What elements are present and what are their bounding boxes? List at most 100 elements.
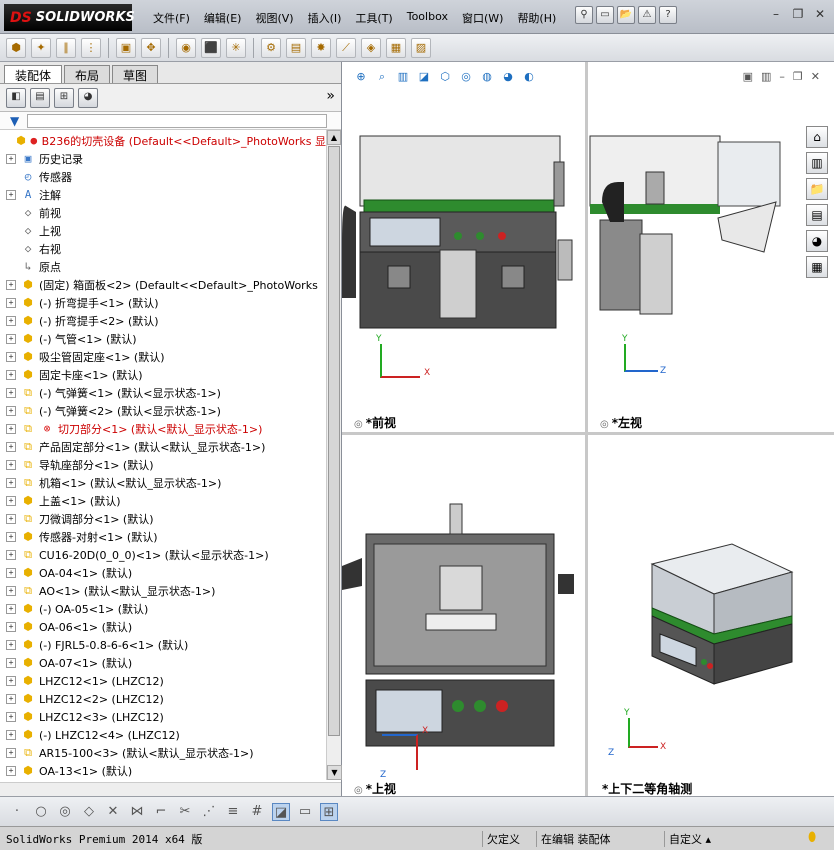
- pin-icon[interactable]: ⚲: [575, 6, 593, 24]
- filter-icon[interactable]: ▼: [10, 114, 19, 128]
- intersection-icon[interactable]: ✕: [104, 803, 122, 821]
- menu-item-0[interactable]: 文件(F): [146, 8, 197, 28]
- tree-item[interactable]: + ⬢ (-) FJRL5-0.8-6-6<1> (默认): [0, 636, 326, 654]
- scroll-down-icon[interactable]: ▼: [327, 765, 342, 780]
- tree-vertical-scrollbar[interactable]: ▲ ▼: [326, 130, 342, 780]
- expand-icon[interactable]: +: [6, 496, 16, 506]
- tree-item[interactable]: + ⧉ (-) 气弹簧<1> (默认<显示状态-1>): [0, 384, 326, 402]
- tree-item[interactable]: + ⧉ ⊗ 切刀部分<1> (默认<默认_显示状态-1>): [0, 420, 326, 438]
- previous-view-icon[interactable]: ▥: [394, 68, 412, 86]
- edit-appearance-icon[interactable]: ◕: [499, 68, 517, 86]
- menu-item-3[interactable]: 插入(I): [301, 8, 349, 28]
- expand-icon[interactable]: +: [6, 334, 16, 344]
- offset-icon[interactable]: ≡: [224, 803, 242, 821]
- scene-icon[interactable]: ◐: [520, 68, 538, 86]
- hide-show-items-icon[interactable]: ◍: [478, 68, 496, 86]
- center-circle-icon[interactable]: ◎: [56, 803, 74, 821]
- restore-icon[interactable]: ❐: [790, 8, 806, 22]
- viewport-minimize-icon[interactable]: –: [779, 70, 785, 83]
- move-component-icon[interactable]: ✥: [141, 37, 161, 58]
- expand-icon[interactable]: +: [6, 370, 16, 380]
- extend-icon[interactable]: ⋰: [200, 803, 218, 821]
- expand-icon[interactable]: +: [6, 676, 16, 686]
- expand-icon[interactable]: +: [6, 424, 16, 434]
- isometric-view-icon[interactable]: ◪: [272, 802, 290, 821]
- clearance-icon[interactable]: ▦: [386, 37, 406, 58]
- expand-icon[interactable]: +: [6, 658, 16, 668]
- exploded-view-icon[interactable]: ✸: [311, 37, 331, 58]
- property-manager-icon[interactable]: ▤: [30, 87, 50, 108]
- open-folder-icon[interactable]: 📂: [617, 6, 635, 24]
- tree-item[interactable]: + ⬢ (-) 气管<1> (默认): [0, 330, 326, 348]
- home-icon[interactable]: ⌂: [806, 126, 828, 148]
- menu-item-4[interactable]: 工具(T): [348, 8, 399, 28]
- expand-icon[interactable]: +: [6, 694, 16, 704]
- expand-icon[interactable]: +: [6, 460, 16, 470]
- tree-item[interactable]: + ⬢ 固定卡座<1> (默认): [0, 366, 326, 384]
- interference-icon[interactable]: ◈: [361, 37, 381, 58]
- expand-icon[interactable]: +: [6, 442, 16, 452]
- view-orientation-icon[interactable]: ⬡: [436, 68, 454, 86]
- expand-icon[interactable]: +: [6, 154, 16, 164]
- expand-icon[interactable]: +: [6, 514, 16, 524]
- menu-item-6[interactable]: 窗口(W): [455, 8, 510, 28]
- four-view-icon[interactable]: ⊞: [320, 802, 338, 821]
- tree-item[interactable]: ◇ 上视: [0, 222, 326, 240]
- tree-item[interactable]: + ⬢ (-) LHZC12<4> (LHZC12): [0, 726, 326, 744]
- tree-item[interactable]: + ⬢ (-) 折弯提手<2> (默认): [0, 312, 326, 330]
- tree-item[interactable]: ↳ 原点: [0, 258, 326, 276]
- tree-item[interactable]: + ⬢ LHZC12<1> (LHZC12): [0, 672, 326, 690]
- tab-0[interactable]: 装配体: [4, 65, 63, 83]
- measure-icon[interactable]: ▨: [411, 37, 431, 58]
- tile-icon[interactable]: ▣: [743, 70, 753, 83]
- tree-item[interactable]: + A 注解: [0, 186, 326, 204]
- expand-icon[interactable]: +: [6, 352, 16, 362]
- circle-icon[interactable]: ○: [32, 803, 50, 821]
- tree-item[interactable]: + ⧉ 导轨座部分<1> (默认): [0, 456, 326, 474]
- appearance-icon[interactable]: ◕: [78, 87, 98, 108]
- zoom-area-icon[interactable]: ⌕: [373, 68, 391, 86]
- component-pattern-icon[interactable]: ▣: [116, 37, 136, 58]
- tree-item[interactable]: + ⧉ 机箱<1> (默认<默认_显示状态-1>): [0, 474, 326, 492]
- expand-icon[interactable]: +: [6, 550, 16, 560]
- expand-icon[interactable]: +: [6, 406, 16, 416]
- insert-component-icon[interactable]: ⬢: [6, 37, 26, 58]
- bill-of-materials-icon[interactable]: ▤: [286, 37, 306, 58]
- expand-icon[interactable]: +: [6, 280, 16, 290]
- tree-item[interactable]: + ⬢ OA-07<1> (默认): [0, 654, 326, 672]
- expand-icon[interactable]: +: [6, 622, 16, 632]
- tree-item[interactable]: + ⬢ 上盖<1> (默认): [0, 492, 326, 510]
- tree-item[interactable]: + ⬢ 传感器-对射<1> (默认): [0, 528, 326, 546]
- paperclip-icon[interactable]: ∥: [56, 37, 76, 58]
- tree-item[interactable]: ◴ 传感器: [0, 168, 326, 186]
- section-view-icon[interactable]: ◪: [415, 68, 433, 86]
- display-style-icon[interactable]: ◎: [457, 68, 475, 86]
- grid-icon[interactable]: #: [248, 803, 266, 821]
- tree-item[interactable]: + ⧉ AR15-100<3> (默认<默认_显示状态-1>): [0, 744, 326, 762]
- units-status[interactable]: 自定义 ▴: [664, 831, 754, 847]
- expand-icon[interactable]: +: [6, 478, 16, 488]
- design-library-icon[interactable]: ▥: [806, 152, 828, 174]
- graphics-area[interactable]: ⊕ ⌕ ▥ ◪ ⬡ ◎ ◍ ◕ ◐ ▣ ▥ – ❐ ✕ Y X ◎ *前视 Y …: [342, 62, 834, 796]
- expand-icon[interactable]: +: [6, 748, 16, 758]
- tree-item[interactable]: + ▣ 历史记录: [0, 150, 326, 168]
- viewport-splitter-vertical[interactable]: [585, 62, 588, 796]
- close-icon[interactable]: ✕: [812, 8, 828, 22]
- warning-icon[interactable]: ⚠: [638, 6, 656, 24]
- new-part-icon[interactable]: ✦: [31, 37, 51, 58]
- assembly-features-icon[interactable]: ⬛: [201, 37, 221, 58]
- viewport-close-icon[interactable]: ✕: [811, 70, 820, 83]
- expand-icon[interactable]: +: [6, 586, 16, 596]
- view-palette-icon[interactable]: ▤: [806, 204, 828, 226]
- file-explorer-icon[interactable]: 📁: [806, 178, 828, 200]
- tile-vertical-icon[interactable]: ▥: [761, 70, 771, 83]
- reference-geometry-icon[interactable]: ✳: [226, 37, 246, 58]
- mate-icon[interactable]: ⋮: [81, 37, 101, 58]
- expand-icon[interactable]: +: [6, 298, 16, 308]
- expand-icon[interactable]: +: [6, 640, 16, 650]
- explode-line-icon[interactable]: ⟋: [336, 37, 356, 58]
- minimize-icon[interactable]: –: [768, 8, 784, 22]
- menu-item-5[interactable]: Toolbox: [400, 8, 455, 28]
- trim-icon[interactable]: ✂: [176, 803, 194, 821]
- zoom-to-fit-icon[interactable]: ⊕: [352, 68, 370, 86]
